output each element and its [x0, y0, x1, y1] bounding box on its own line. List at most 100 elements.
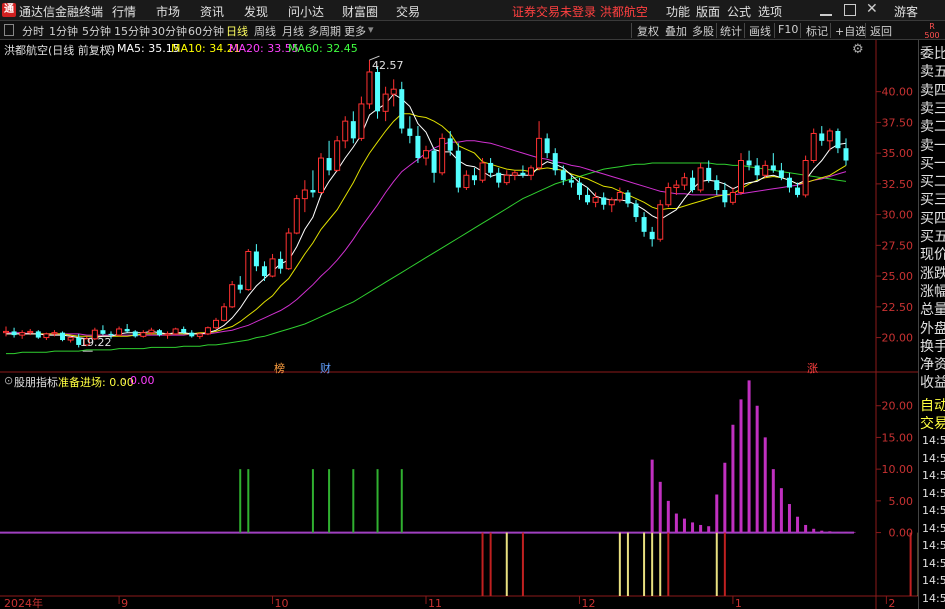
- menu-item-wealth[interactable]: 财富圈: [342, 3, 378, 20]
- side-panel-item[interactable]: 14:56: [922, 469, 945, 482]
- draw-line-button[interactable]: 画线: [749, 23, 771, 39]
- minimize-icon[interactable]: [820, 4, 832, 16]
- event-marker-list[interactable]: 榜: [274, 360, 285, 376]
- side-panel-item[interactable]: 14:56: [922, 539, 945, 552]
- period-weekly[interactable]: 周线: [254, 23, 276, 39]
- indicator-menu-icon[interactable]: ⊙: [4, 374, 13, 387]
- menu-item-options[interactable]: 选项: [758, 3, 782, 20]
- menu-item-discover[interactable]: 发现: [244, 3, 268, 20]
- menu-item-trade[interactable]: 交易: [396, 3, 420, 20]
- side-panel-item[interactable]: 净资: [920, 357, 945, 373]
- candle-body: [819, 133, 825, 141]
- side-panel-item[interactable]: 14:56: [922, 434, 945, 447]
- side-panel-item[interactable]: 自动: [920, 398, 945, 414]
- candle-body: [196, 333, 203, 337]
- price-tick-label: 37.50: [882, 116, 914, 129]
- indicator-value-2: 0.00: [130, 374, 155, 387]
- event-marker-rise[interactable]: 涨: [807, 360, 818, 376]
- period-daily[interactable]: 日线: [226, 23, 248, 39]
- stats-button[interactable]: 统计: [720, 23, 742, 39]
- side-panel-item[interactable]: 买二: [920, 174, 945, 190]
- add-watchlist-button[interactable]: +自选: [835, 23, 866, 39]
- side-panel-item[interactable]: 买四: [920, 211, 945, 227]
- chevron-down-icon[interactable]: ▾: [368, 23, 374, 36]
- side-panel-item[interactable]: 14:56: [922, 592, 945, 605]
- side-panel-item[interactable]: 涨幅: [920, 284, 945, 300]
- period-more[interactable]: 更多: [344, 23, 366, 39]
- menu-item-quotes[interactable]: 行情: [112, 3, 136, 20]
- chevron-down-icon[interactable]: ⊙: [106, 42, 115, 55]
- candle-body: [27, 330, 34, 334]
- menu-bar: 通 通达信金融终端 行情 市场 资讯 发现 问小达 财富圈 交易 证券交易未登录…: [0, 0, 945, 21]
- close-icon[interactable]: ✕: [866, 1, 878, 17]
- period-monthly[interactable]: 月线: [282, 23, 304, 39]
- candle-body: [536, 137, 543, 169]
- candle-body: [11, 331, 17, 336]
- panel-toggle-icon[interactable]: [4, 24, 14, 36]
- event-marker-finance[interactable]: 财: [320, 360, 331, 376]
- ma60-line: [6, 162, 847, 355]
- side-panel-item[interactable]: 换手: [920, 339, 945, 355]
- period-5min[interactable]: 5分钟: [82, 23, 111, 39]
- menu-item-function[interactable]: 功能: [666, 3, 690, 20]
- period-1min[interactable]: 1分钟: [49, 23, 78, 39]
- indicator-title[interactable]: 股朋指标: [14, 374, 58, 390]
- candle-body: [843, 148, 849, 161]
- side-panel-item[interactable]: 卖一: [920, 138, 945, 154]
- candle-body: [665, 187, 672, 206]
- candle-body: [560, 170, 566, 181]
- side-panel-item[interactable]: 买一: [920, 156, 945, 172]
- maximize-icon[interactable]: [844, 4, 856, 16]
- menu-item-layout[interactable]: 版面: [696, 3, 720, 20]
- side-panel-item[interactable]: 外盘: [920, 321, 945, 337]
- side-panel-item[interactable]: 卖二: [920, 119, 945, 135]
- overlay-button[interactable]: 叠加: [665, 23, 687, 39]
- menu-item-market[interactable]: 市场: [156, 3, 180, 20]
- multi-stock-button[interactable]: 多股: [692, 23, 714, 39]
- menu-item-ask[interactable]: 问小达: [288, 3, 324, 20]
- side-panel-item[interactable]: 14:56: [922, 557, 945, 570]
- side-panel-item[interactable]: 总量: [920, 302, 945, 318]
- side-panel-item[interactable]: 委比: [920, 46, 945, 62]
- side-panel-item[interactable]: 交易: [920, 416, 945, 432]
- side-panel-item[interactable]: 14:56: [922, 452, 945, 465]
- side-panel-item[interactable]: 卖三: [920, 101, 945, 117]
- candle-body: [511, 172, 518, 176]
- kline-chart[interactable]: 20.0022.5025.0027.5030.0032.5035.0037.50…: [0, 40, 918, 609]
- f10-button[interactable]: F10: [778, 23, 798, 36]
- menu-item-formula[interactable]: 公式: [727, 3, 751, 20]
- guest-user[interactable]: 游客: [894, 3, 918, 20]
- indicator-tick-label: 5.00: [889, 495, 914, 508]
- side-panel-item[interactable]: 现价: [920, 247, 945, 263]
- period-intraday[interactable]: 分时: [22, 23, 44, 39]
- mark-button[interactable]: 标记: [806, 23, 828, 39]
- candle-body: [204, 327, 211, 335]
- candle-body: [116, 328, 123, 336]
- side-panel-item[interactable]: 买三: [920, 192, 945, 208]
- side-panel-item[interactable]: 14:56: [922, 522, 945, 535]
- back-button[interactable]: 返回: [870, 23, 892, 39]
- period-30min[interactable]: 30分钟: [151, 23, 187, 39]
- side-panel-item[interactable]: 14:56: [922, 574, 945, 587]
- period-60min[interactable]: 60分钟: [188, 23, 224, 39]
- candle-body: [608, 199, 615, 206]
- settings-icon[interactable]: ⚙: [852, 42, 864, 57]
- high-label: 42.57: [372, 59, 404, 72]
- side-panel-item[interactable]: 卖四: [920, 83, 945, 99]
- side-panel-item[interactable]: 收益: [920, 375, 945, 391]
- side-panel-item[interactable]: 买五: [920, 229, 945, 245]
- period-multi[interactable]: 多周期: [308, 23, 341, 39]
- side-panel-item[interactable]: 卖五: [920, 64, 945, 80]
- candle-body: [358, 103, 365, 139]
- candle-body: [488, 162, 494, 173]
- side-panel-item[interactable]: 14:56: [922, 504, 945, 517]
- candle-body: [2, 330, 10, 334]
- restore-rights-button[interactable]: 复权: [637, 23, 659, 39]
- candle-body: [625, 192, 631, 204]
- side-panel-item[interactable]: 14:56: [922, 487, 945, 500]
- period-15min[interactable]: 15分钟: [114, 23, 150, 39]
- side-panel-item[interactable]: 涨跌: [920, 266, 945, 282]
- candle-body: [697, 167, 704, 191]
- menu-item-news[interactable]: 资讯: [200, 3, 224, 20]
- candle-body: [67, 337, 74, 341]
